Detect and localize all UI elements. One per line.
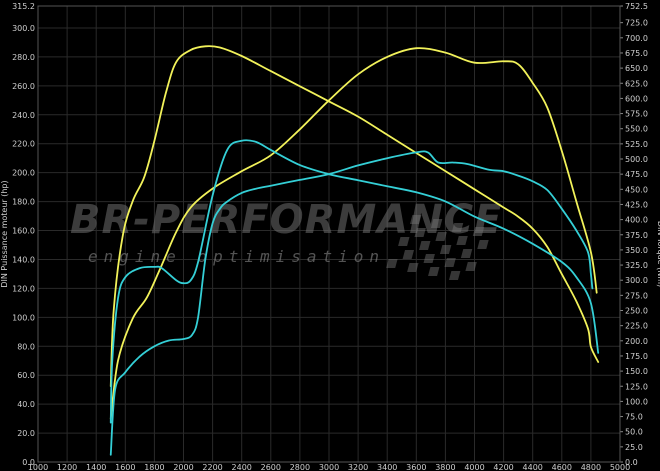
- y-left-tick-label: 60.0: [17, 371, 35, 380]
- y-right-tick-label: 50.0: [625, 428, 643, 437]
- y-left-tick-label: 240.0: [12, 111, 35, 120]
- x-tick-label: 2600: [261, 463, 281, 471]
- y-right-tick-label: 250.0: [625, 307, 648, 316]
- y-right-tick-label: 475.0: [625, 170, 648, 179]
- y-left-tick-label: 100.0: [12, 313, 35, 322]
- y-right-tick-label: 675.0: [625, 49, 648, 58]
- y-right-tick-label: 575.0: [625, 110, 648, 119]
- y-right-tick-label: 700.0: [625, 34, 648, 43]
- y-right-tick-label: 100.0: [625, 397, 648, 406]
- y-right-tick-label: 450.0: [625, 185, 648, 194]
- y-right-tick-label: 0.0: [625, 458, 638, 467]
- dyno-chart: BR-PERFORMANCE engine optimisation 1000 1…: [0, 0, 660, 471]
- x-tick-label: 3000: [319, 463, 339, 471]
- x-tick-label: 4800: [581, 463, 601, 471]
- y-right-tick-label: 200.0: [625, 337, 648, 346]
- y-left-tick-label: 180.0: [12, 198, 35, 207]
- x-tick-label: 3200: [348, 463, 368, 471]
- y-left-tick-label: 160.0: [12, 227, 35, 236]
- y-left-axis-title: DIN Puissance moteur (hp): [0, 180, 9, 287]
- x-tick-label: 1600: [115, 463, 135, 471]
- x-tick-label: 4600: [552, 463, 572, 471]
- dyno-chart-svg: BR-PERFORMANCE engine optimisation 1000 1…: [0, 2, 660, 471]
- y-right-tick-label: 325.0: [625, 261, 648, 270]
- y-right-tick-label: 125.0: [625, 382, 648, 391]
- y-right-axis-title: DIN Torque (Nm): [656, 221, 660, 287]
- y-right-tick-label: 300.0: [625, 276, 648, 285]
- y-left-tick-label: 260.0: [12, 82, 35, 91]
- x-tick-label: 2200: [202, 463, 222, 471]
- y-right-tick-label: 400.0: [625, 216, 648, 225]
- x-tick-label: 3400: [377, 463, 397, 471]
- y-left-tick-label: 315.2: [12, 2, 35, 11]
- y-left-tick-label: 20.0: [17, 429, 35, 438]
- y-left-tick-label: 200.0: [12, 169, 35, 178]
- x-tick-label: 3800: [435, 463, 455, 471]
- y-right-tick-label: 500.0: [625, 155, 648, 164]
- y-right-tick-label: 150.0: [625, 367, 648, 376]
- y-right-tick-label: 375.0: [625, 231, 648, 240]
- y-right-tick-label: 650.0: [625, 64, 648, 73]
- y-left-tick-label: 40.0: [17, 400, 35, 409]
- y-right-tick-label: 225.0: [625, 322, 648, 331]
- y-left-tick-label: 300.0: [12, 24, 35, 33]
- y-left-tick-label: 80.0: [17, 342, 35, 351]
- x-tick-label: 2000: [173, 463, 193, 471]
- y-right-tick-label: 550.0: [625, 125, 648, 134]
- y-left-tick-label: 220.0: [12, 140, 35, 149]
- y-right-tick-label: 75.0: [625, 413, 643, 422]
- y-right-tick-label: 350.0: [625, 246, 648, 255]
- x-tick-label: 2800: [290, 463, 310, 471]
- x-tick-label: 4400: [523, 463, 543, 471]
- y-right-tick-label: 275.0: [625, 291, 648, 300]
- x-tick-label: 2400: [232, 463, 252, 471]
- y-right-tick-label: 600.0: [625, 94, 648, 103]
- y-right-tick-label: 752.5: [625, 2, 648, 11]
- x-tick-label: 4000: [464, 463, 484, 471]
- y-right-tick-label: 25.0: [625, 443, 643, 452]
- x-tick-label: 1400: [86, 463, 106, 471]
- y-left-tick-label: 140.0: [12, 255, 35, 264]
- x-tick-label: 1200: [57, 463, 77, 471]
- x-tick-label: 1800: [144, 463, 164, 471]
- y-right-tick-label: 625.0: [625, 79, 648, 88]
- y-right-tick-label: 175.0: [625, 352, 648, 361]
- x-tick-label: 4200: [493, 463, 513, 471]
- x-tick-label: 3600: [406, 463, 426, 471]
- y-right-tick-label: 525.0: [625, 140, 648, 149]
- y-right-tick-label: 725.0: [625, 19, 648, 28]
- y-left-tick-label: 280.0: [12, 53, 35, 62]
- watermark-subtitle: engine optimisation: [88, 247, 385, 266]
- y-left-tick-label: 0.0: [22, 458, 35, 467]
- y-right-tick-label: 425.0: [625, 200, 648, 209]
- y-left-tick-label: 120.0: [12, 284, 35, 293]
